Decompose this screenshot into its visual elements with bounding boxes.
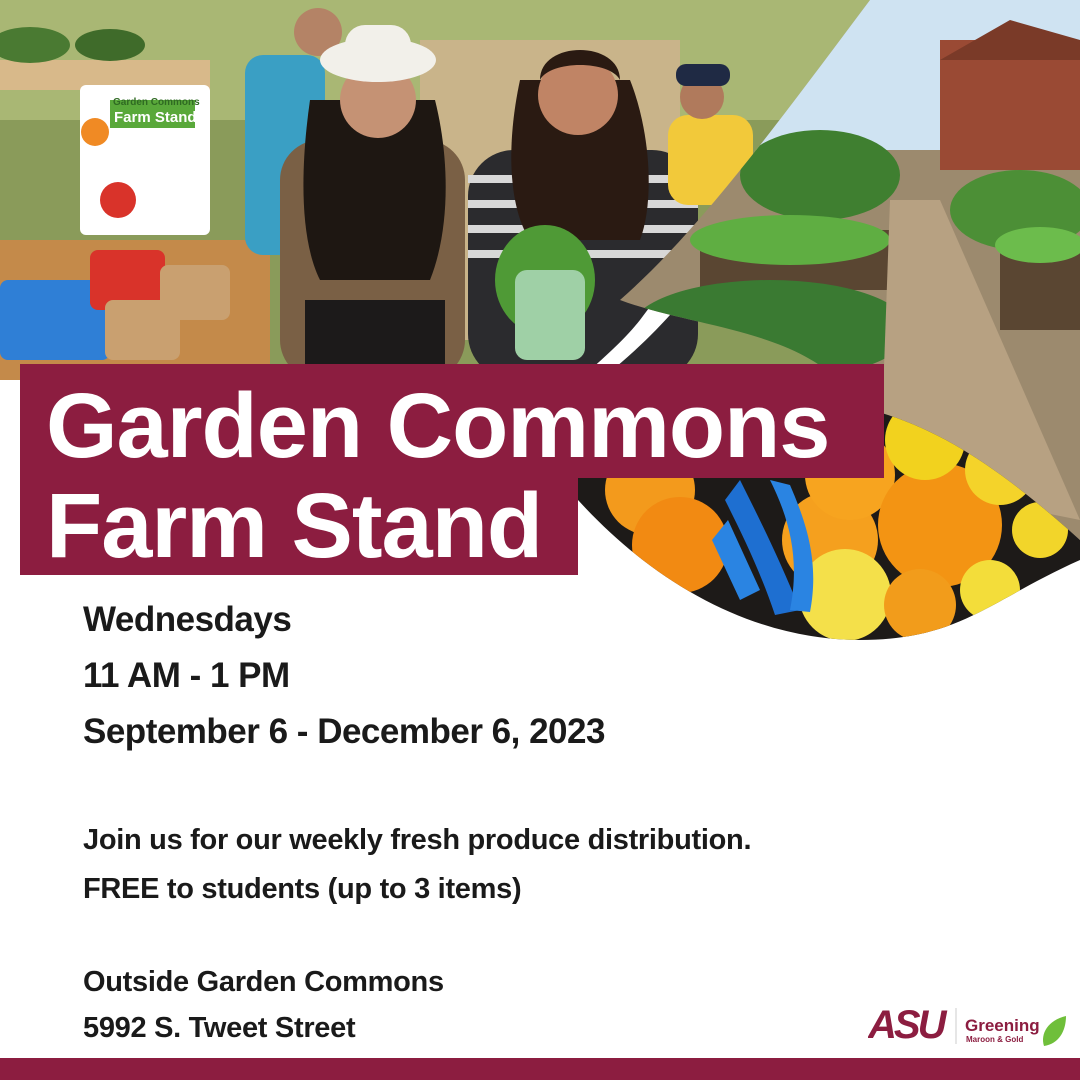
photo-collage: Garden Commons Farm Stand [0, 0, 1080, 640]
schedule-day: Wednesdays [83, 600, 292, 639]
schedule-dates: September 6 - December 6, 2023 [83, 712, 605, 751]
title-line-1: Garden Commons [46, 375, 830, 477]
sign-small-heading: Garden Commons [113, 97, 200, 108]
location-address: 5992 S. Tweet Street [83, 1012, 356, 1044]
schedule-time: 11 AM - 1 PM [83, 656, 290, 695]
greening-logo-sub: Maroon & Gold [966, 1035, 1023, 1044]
leaf-icon [1042, 1016, 1066, 1046]
title-banner-line-2: Farm Stand [20, 476, 578, 575]
greening-logo-main: Greening [965, 1016, 1040, 1035]
title-line-2: Farm Stand [46, 475, 543, 577]
sponsor-logos: ASU Greening Maroon & Gold [868, 1003, 1066, 1047]
poster: Garden Commons Farm Stand Garden Commons… [0, 0, 1080, 1080]
title-banner-line-1: Garden Commons [20, 364, 884, 478]
asu-logo: ASU [868, 1003, 948, 1047]
sign-heading: Farm Stand [114, 109, 197, 126]
description-line-1: Join us for our weekly fresh produce dis… [83, 824, 752, 856]
location-name: Outside Garden Commons [83, 966, 444, 998]
footer-bar [0, 1058, 1080, 1080]
description-line-2: FREE to students (up to 3 items) [83, 873, 522, 905]
